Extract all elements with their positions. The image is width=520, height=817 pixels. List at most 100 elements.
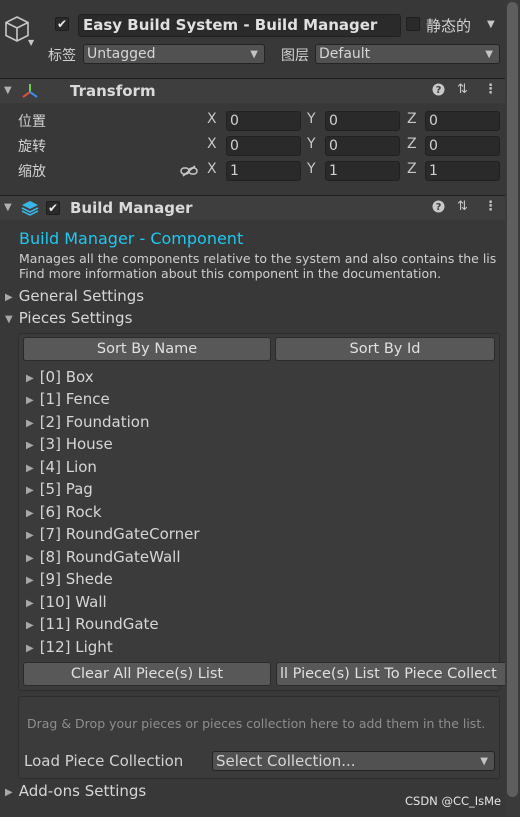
piece-label: [1] Fence	[39, 390, 110, 408]
object-name-field[interactable]: Easy Build System - Build Manager	[78, 14, 401, 37]
piece-item[interactable]: ▶ [1] Fence	[26, 390, 110, 408]
layer-dropdown[interactable]: Default ▼	[315, 44, 500, 64]
piece-label: [6] Rock	[39, 503, 102, 521]
scale-y-field[interactable]: 1	[325, 161, 400, 181]
piece-label: [0] Box	[39, 368, 94, 386]
piece-label: [12] Light	[39, 638, 113, 656]
save-to-collection-button[interactable]: ll Piece(s) List To Piece Collect	[276, 662, 505, 686]
piece-item[interactable]: ▶ [8] RoundGateWall	[26, 548, 181, 566]
piece-label: [5] Pag	[39, 480, 93, 498]
position-x-field[interactable]: 0	[226, 111, 301, 131]
chevron-down-icon: ▼	[480, 756, 488, 767]
scale-label: 缩放	[18, 164, 46, 180]
help-icon[interactable]: ?	[432, 200, 445, 217]
help-icon[interactable]: ?	[432, 83, 445, 100]
chevron-down-icon: ▼	[28, 38, 35, 47]
component-title: Build Manager - Component	[19, 229, 244, 248]
tag-label: 标签	[48, 48, 76, 64]
piece-label: [11] RoundGate	[39, 615, 159, 633]
piece-item[interactable]: ▶ [12] Light	[26, 638, 113, 656]
sort-by-name-button[interactable]: Sort By Name	[23, 337, 271, 361]
tag-dropdown[interactable]: Untagged ▼	[83, 44, 265, 64]
presets-icon[interactable]: ⇅	[457, 199, 468, 214]
chevron-down-icon: ▼	[485, 49, 493, 60]
rotation-y-field[interactable]: 0	[325, 136, 400, 156]
general-settings-foldout[interactable]: ▶ General Settings	[5, 287, 144, 305]
piece-item[interactable]: ▶ [2] Foundation	[26, 413, 149, 431]
description-line-2: Find more information about this compone…	[19, 266, 442, 281]
foldout-collapsed-icon: ▶	[26, 553, 34, 564]
static-checkbox[interactable]	[406, 17, 420, 31]
tag-value: Untagged	[87, 46, 156, 62]
layer-value: Default	[319, 46, 371, 62]
scrollbar-thumb[interactable]	[507, 2, 518, 797]
foldout-collapsed-icon: ▶	[5, 292, 13, 303]
foldout-collapsed-icon: ▶	[26, 373, 34, 384]
position-y-field[interactable]: 0	[325, 111, 400, 131]
transform-title: Transform	[70, 82, 156, 100]
scale-x-field[interactable]: 1	[226, 161, 301, 181]
piece-label: [3] House	[39, 435, 113, 453]
scale-z-axis: Z	[407, 161, 417, 177]
piece-label: [4] Lion	[39, 458, 97, 476]
piece-item[interactable]: ▶ [6] Rock	[26, 503, 102, 521]
addons-settings-foldout[interactable]: ▶ Add-ons Settings	[5, 782, 146, 800]
kebab-menu-icon[interactable]: ⋮	[484, 82, 497, 97]
sort-by-id-button[interactable]: Sort By Id	[275, 337, 495, 361]
foldout-collapsed-icon: ▶	[26, 598, 34, 609]
build-manager-header[interactable]: ▼ ✔ Build Manager ? ⇅ ⋮	[0, 195, 505, 220]
scale-x-axis: X	[207, 161, 217, 177]
description-line-1: Manages all the components relative to t…	[19, 251, 497, 266]
transform-header[interactable]: ▼ Transform ? ⇅ ⋮	[0, 78, 505, 103]
static-label: 静态的	[426, 17, 472, 35]
scale-y-axis: Y	[307, 161, 316, 177]
piece-label: [8] RoundGateWall	[39, 548, 181, 566]
addons-settings-label: Add-ons Settings	[18, 782, 147, 800]
transform-axes-icon	[22, 84, 38, 98]
position-x-axis: X	[207, 111, 217, 127]
component-description: Manages all the components relative to t…	[19, 251, 500, 281]
chevron-down-icon: ▼	[250, 49, 258, 60]
piece-item[interactable]: ▶ [9] Shede	[26, 570, 113, 588]
rotation-z-field[interactable]: 0	[425, 136, 500, 156]
rotation-y-axis: Y	[307, 136, 316, 152]
position-z-axis: Z	[407, 111, 417, 127]
piece-item[interactable]: ▶ [4] Lion	[26, 458, 97, 476]
rotation-x-field[interactable]: 0	[226, 136, 301, 156]
rotation-label: 旋转	[18, 139, 46, 155]
presets-icon[interactable]: ⇅	[457, 82, 468, 97]
foldout-expanded-icon: ▼	[5, 314, 13, 325]
piece-label: [2] Foundation	[39, 413, 150, 431]
link-icon[interactable]	[180, 165, 198, 177]
active-checkbox[interactable]: ✔	[55, 17, 69, 31]
piece-item[interactable]: ▶ [7] RoundGateCorner	[26, 525, 200, 543]
piece-item[interactable]: ▶ [0] Box	[26, 368, 94, 386]
foldout-collapsed-icon: ▶	[26, 643, 34, 654]
position-y-axis: Y	[307, 111, 316, 127]
piece-item[interactable]: ▶ [5] Pag	[26, 480, 93, 498]
layer-label: 图层	[281, 48, 309, 64]
foldout-collapsed-icon: ▶	[26, 418, 34, 429]
build-manager-enabled-checkbox[interactable]: ✔	[46, 201, 60, 215]
foldout-collapsed-icon: ▶	[26, 395, 34, 406]
position-z-field[interactable]: 0	[425, 111, 500, 131]
kebab-menu-icon[interactable]: ⋮	[484, 199, 497, 214]
foldout-collapsed-icon: ▶	[26, 530, 34, 541]
foldout-collapsed-icon: ▶	[5, 787, 13, 798]
watermark: CSDN @CC_IsMe	[405, 794, 502, 808]
foldout-collapsed-icon: ▶	[26, 575, 34, 586]
piece-label: [9] Shede	[39, 570, 113, 588]
svg-text:?: ?	[436, 202, 442, 213]
piece-item[interactable]: ▶ [10] Wall	[26, 593, 107, 611]
collection-dropdown[interactable]: Select Collection... ▼	[212, 751, 495, 771]
static-dropdown-icon[interactable]: ▼	[487, 19, 495, 30]
clear-pieces-button[interactable]: Clear All Piece(s) List	[23, 662, 271, 686]
svg-text:?: ?	[436, 85, 442, 96]
foldout-expanded-icon: ▼	[4, 202, 12, 213]
piece-item[interactable]: ▶ [3] House	[26, 435, 113, 453]
piece-item[interactable]: ▶ [11] RoundGate	[26, 615, 159, 633]
object-icon[interactable]: ▼	[4, 15, 38, 51]
scale-z-field[interactable]: 1	[425, 161, 500, 181]
pieces-settings-foldout[interactable]: ▼ Pieces Settings	[5, 309, 132, 327]
rotation-x-axis: X	[207, 136, 217, 152]
